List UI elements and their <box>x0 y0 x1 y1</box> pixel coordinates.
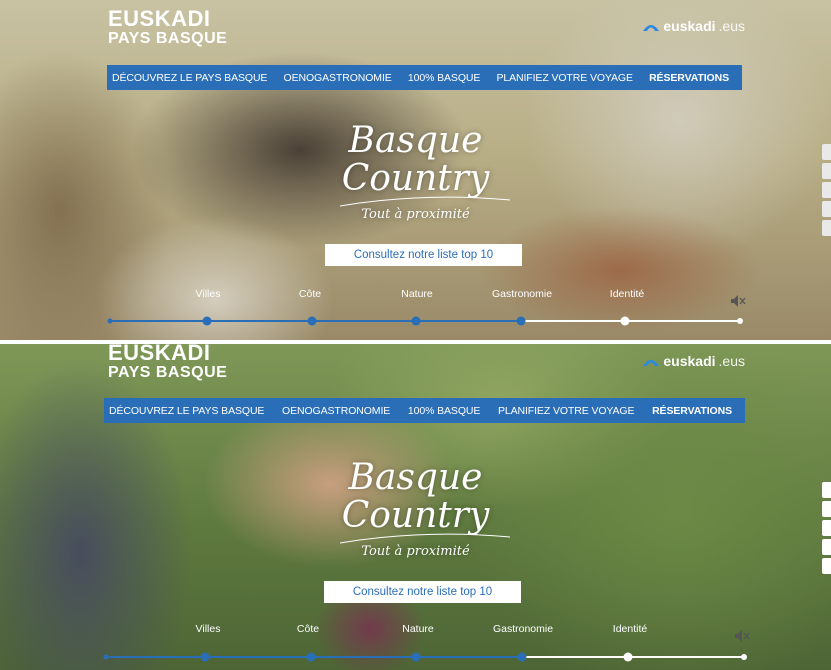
timeline-dot-cote[interactable] <box>306 652 316 662</box>
speaker-mute-icon[interactable] <box>734 629 750 643</box>
euskadi-logo[interactable]: EUSKADI PAYS BASQUE <box>108 344 227 381</box>
share-button[interactable] <box>822 482 831 498</box>
timeline-dot-nature[interactable] <box>411 652 421 662</box>
timeline-dot-villes[interactable] <box>200 652 210 662</box>
main-nav: DÉCOUVREZ LE PAYS BASQUE OENOGASTRONOMIE… <box>107 65 742 90</box>
timeline-start-dot <box>107 318 113 324</box>
timeline-start-dot <box>103 654 109 660</box>
share-button[interactable] <box>822 144 831 160</box>
main-nav: DÉCOUVREZ LE PAYS BASQUE OENOGASTRONOMIE… <box>104 398 745 423</box>
hero-swoosh-decoration <box>340 533 510 544</box>
nav-discover[interactable]: DÉCOUVREZ LE PAYS BASQUE <box>109 405 264 417</box>
timeline-dot-cote[interactable] <box>307 316 317 326</box>
timeline-end-dot <box>737 318 743 324</box>
euskadi-logo[interactable]: EUSKADI PAYS BASQUE <box>108 8 227 47</box>
share-button[interactable] <box>822 163 831 179</box>
timeline-track <box>103 652 747 662</box>
share-button[interactable] <box>822 201 831 217</box>
timeline-dot-identite[interactable] <box>620 316 630 326</box>
euskadi-eus-link[interactable]: euskadi .eus <box>642 353 745 369</box>
nav-reservations[interactable]: RÉSERVATIONS <box>649 72 729 84</box>
timeline-dot-identite[interactable] <box>623 652 633 662</box>
nav-reservations[interactable]: RÉSERVATIONS <box>652 405 732 417</box>
nav-100-basque[interactable]: 100% BASQUE <box>408 72 481 84</box>
share-sidebar <box>822 482 831 574</box>
timeline-dot-villes[interactable] <box>202 316 212 326</box>
euskadi-arc-icon <box>643 25 660 31</box>
top10-button[interactable]: Consultez notre liste top 10 <box>325 244 522 266</box>
timeline-dot-nature[interactable] <box>411 316 421 326</box>
nav-oenogastronomie[interactable]: OENOGASTRONOMIE <box>284 72 392 84</box>
hero-swoosh-decoration <box>340 196 510 207</box>
nav-plan-trip[interactable]: PLANIFIEZ VOTRE VOYAGE <box>496 72 633 84</box>
timeline-dot-gastronomie[interactable] <box>517 652 527 662</box>
share-button[interactable] <box>822 520 831 536</box>
nav-plan-trip[interactable]: PLANIFIEZ VOTRE VOYAGE <box>498 405 635 417</box>
share-button[interactable] <box>822 501 831 517</box>
top10-button[interactable]: Consultez notre liste top 10 <box>324 581 521 603</box>
nav-100-basque[interactable]: 100% BASQUE <box>408 405 481 417</box>
chapter-timeline: Villes Côte Nature Gastronomie Identité <box>0 288 831 328</box>
chapter-timeline: Villes Côte Nature Gastronomie Identité <box>0 623 831 663</box>
nav-oenogastronomie[interactable]: OENOGASTRONOMIE <box>282 405 390 417</box>
speaker-mute-icon[interactable] <box>730 294 746 308</box>
share-button[interactable] <box>822 539 831 555</box>
share-button[interactable] <box>822 182 831 198</box>
hero-screenshot-top: EUSKADI PAYS BASQUE euskadi .eus DÉCOUVRE… <box>0 0 831 340</box>
nav-discover[interactable]: DÉCOUVREZ LE PAYS BASQUE <box>112 72 267 84</box>
timeline-track <box>107 316 743 326</box>
share-sidebar <box>822 144 831 236</box>
timeline-dot-gastronomie[interactable] <box>516 316 526 326</box>
timeline-end-dot <box>741 654 747 660</box>
euskadi-eus-link[interactable]: euskadi .eus <box>642 18 745 34</box>
share-button[interactable] <box>822 220 831 236</box>
hero-screenshot-bottom: EUSKADI PAYS BASQUE euskadi .eus DÉCOUVRE… <box>0 344 831 670</box>
euskadi-arc-icon <box>643 360 660 366</box>
share-button[interactable] <box>822 558 831 574</box>
